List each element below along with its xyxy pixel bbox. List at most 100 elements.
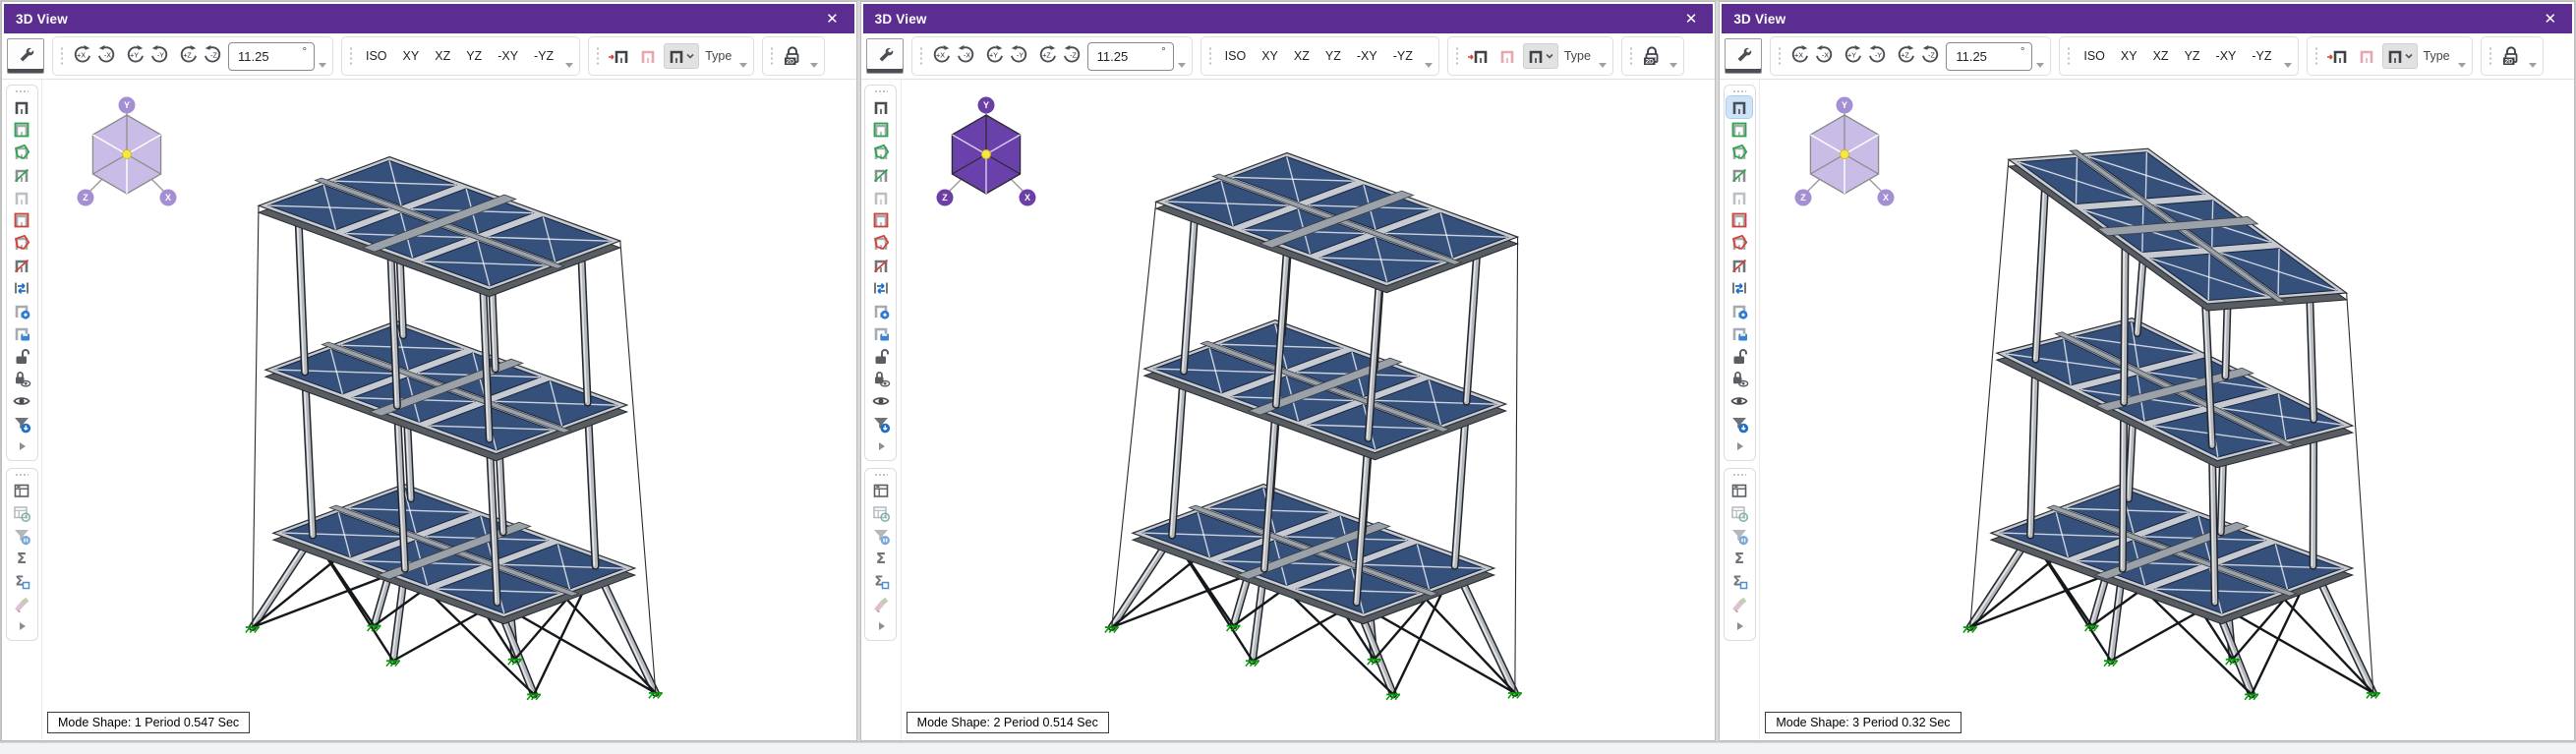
rotate-minus-y-button[interactable]: -Y: [1866, 43, 1891, 69]
more-table-options-icon[interactable]: [9, 615, 34, 637]
dropdown-arrow-icon[interactable]: [739, 63, 747, 68]
view-yz-button[interactable]: YZ: [2177, 49, 2208, 63]
save-view-icon[interactable]: [868, 322, 894, 344]
type-label[interactable]: Type: [2420, 49, 2454, 63]
hide-lines-icon[interactable]: [9, 255, 34, 276]
show-all-icon[interactable]: [1727, 390, 1752, 412]
group-grip[interactable]: [596, 46, 600, 66]
lock-view-icon[interactable]: [868, 368, 894, 389]
titlebar[interactable]: 3D View ✕: [4, 4, 854, 33]
hide-joints-icon[interactable]: [1727, 209, 1752, 231]
view-xz-button[interactable]: XZ: [427, 49, 458, 63]
show-all-icon[interactable]: [9, 390, 34, 412]
model-viewport[interactable]: YZX Mode Shape: 1 Period 0.547 Sec: [41, 80, 856, 740]
dropdown-arrow-icon[interactable]: [2529, 63, 2537, 68]
set-display-options-button[interactable]: [866, 38, 904, 74]
view-xz-button[interactable]: XZ: [2145, 49, 2177, 63]
close-icon[interactable]: ✕: [822, 10, 843, 28]
group-grip[interactable]: [1629, 46, 1633, 66]
dropdown-arrow-icon[interactable]: [2036, 63, 2044, 68]
view-xy-button[interactable]: XY: [395, 49, 428, 63]
hide-joints-icon[interactable]: [9, 209, 34, 231]
object-display-options-icon[interactable]: [868, 300, 894, 321]
object-display-options-icon[interactable]: [1727, 300, 1752, 321]
view-minus-yz-button[interactable]: -YZ: [1385, 49, 1421, 63]
show-shells-icon[interactable]: [868, 187, 894, 208]
view-iso-button[interactable]: ISO: [1217, 49, 1255, 63]
group-grip[interactable]: [349, 46, 353, 66]
apply-extrusion-button[interactable]: [1464, 43, 1492, 69]
dropdown-arrow-icon[interactable]: [2284, 63, 2292, 68]
rotate-minus-x-button[interactable]: -X: [955, 43, 979, 69]
sum-results-icon[interactable]: Σ: [1727, 548, 1752, 569]
rotate-plusminus-x-button[interactable]: +X: [69, 43, 93, 69]
rotate-plusminus-x-button[interactable]: +X: [1786, 43, 1811, 69]
view-xy-button[interactable]: XY: [1254, 49, 1286, 63]
close-icon[interactable]: ✕: [1681, 10, 1702, 28]
show-frames-icon[interactable]: [9, 142, 34, 163]
refresh-tables-icon[interactable]: [9, 502, 34, 524]
save-view-icon[interactable]: [1727, 322, 1752, 344]
show-joints-icon[interactable]: [9, 119, 34, 141]
view-yz-button[interactable]: YZ: [1317, 49, 1349, 63]
filter-objects-icon[interactable]: [9, 413, 34, 435]
rotation-angle-input[interactable]: [1954, 48, 2003, 65]
dropdown-arrow-icon[interactable]: [1669, 63, 1677, 68]
extrusion-off-button[interactable]: [1494, 43, 1520, 69]
titlebar[interactable]: 3D View ✕: [1722, 4, 2572, 33]
object-display-options-icon[interactable]: [9, 300, 34, 321]
hide-joints-icon[interactable]: [868, 209, 894, 231]
group-grip[interactable]: [1455, 46, 1459, 66]
type-label[interactable]: Type: [1560, 49, 1595, 63]
dropdown-arrow-icon[interactable]: [1425, 63, 1433, 68]
dropdown-arrow-icon[interactable]: [2458, 63, 2466, 68]
hide-lines-icon[interactable]: [1727, 255, 1752, 276]
more-display-options-icon[interactable]: [868, 435, 894, 457]
filter-tables-icon[interactable]: [1727, 525, 1752, 547]
show-joints-icon[interactable]: [1727, 119, 1752, 141]
rotate-plusminus-z-button[interactable]: +Z: [175, 43, 200, 69]
sum-selected-icon[interactable]: Σ: [9, 570, 34, 592]
rotate-plusminus-z-button[interactable]: +Z: [1034, 43, 1059, 69]
type-label[interactable]: Type: [701, 49, 735, 63]
save-view-icon[interactable]: [9, 322, 34, 344]
lock-2d-button[interactable]: 2D: [1638, 41, 1666, 72]
show-tables-icon[interactable]: [9, 480, 34, 501]
filter-tables-icon[interactable]: [868, 525, 894, 547]
group-grip[interactable]: [2314, 46, 2318, 66]
more-display-options-icon[interactable]: [1727, 435, 1752, 457]
unlock-model-icon[interactable]: [9, 345, 34, 367]
show-lines-icon[interactable]: [9, 164, 34, 186]
view-minus-yz-button[interactable]: -YZ: [2244, 49, 2279, 63]
sum-results-icon[interactable]: Σ: [868, 548, 894, 569]
titlebar[interactable]: 3D View ✕: [863, 4, 1714, 33]
view-iso-button[interactable]: ISO: [358, 49, 395, 63]
group-grip[interactable]: [919, 46, 923, 66]
show-shells-icon[interactable]: [1727, 187, 1752, 208]
rotate-plusminus-z-button[interactable]: +Z: [1893, 43, 1917, 69]
group-grip[interactable]: [2067, 46, 2071, 66]
view-minus-yz-button[interactable]: -YZ: [526, 49, 561, 63]
rotate-minus-z-button[interactable]: -Z: [1061, 43, 1085, 69]
lock-2d-button[interactable]: 2D: [779, 41, 806, 72]
show-frames-icon[interactable]: [1727, 142, 1752, 163]
filter-objects-icon[interactable]: [1727, 413, 1752, 435]
view-minus-xy-button[interactable]: -XY: [490, 49, 526, 63]
unlock-model-icon[interactable]: [868, 345, 894, 367]
dropdown-arrow-icon[interactable]: [810, 63, 818, 68]
rotate-minus-y-button[interactable]: -Y: [1008, 43, 1032, 69]
unlock-model-icon[interactable]: [1727, 345, 1752, 367]
rotate-plusminus-y-button[interactable]: +Y: [981, 43, 1006, 69]
view-minus-xy-button[interactable]: -XY: [1349, 49, 1385, 63]
lock-2d-button[interactable]: 2D: [2497, 41, 2525, 72]
view-yz-button[interactable]: YZ: [458, 49, 490, 63]
hide-frames-icon[interactable]: [9, 232, 34, 254]
show-lines-icon[interactable]: [868, 164, 894, 186]
display-colors-icon[interactable]: [9, 593, 34, 614]
filter-tables-icon[interactable]: [9, 525, 34, 547]
hide-lines-icon[interactable]: [868, 255, 894, 276]
shrink-objects-icon[interactable]: [1727, 277, 1752, 299]
sum-selected-icon[interactable]: Σ: [1727, 570, 1752, 592]
show-tables-icon[interactable]: [868, 480, 894, 501]
lock-view-icon[interactable]: [1727, 368, 1752, 389]
